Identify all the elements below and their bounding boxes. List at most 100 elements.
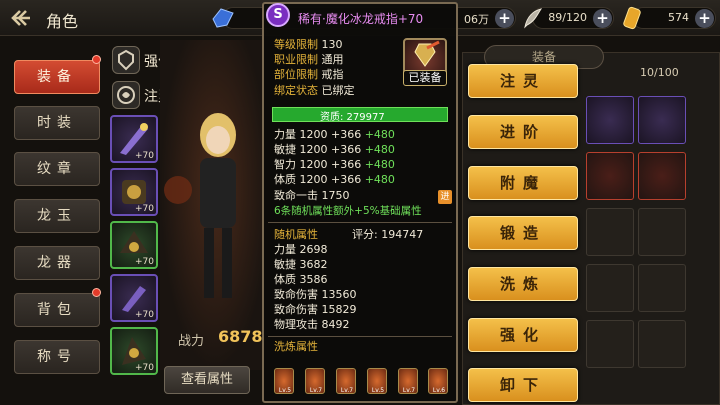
resource-crystal-value: 06万 <box>464 13 489 26</box>
attr-value: 2698 <box>299 243 328 256</box>
class-requirement: 职业限制 通用 <box>274 53 344 67</box>
gem-slot: Lv.7 <box>305 368 325 394</box>
resource-gold-value: 574 <box>668 11 689 24</box>
add-feather-button[interactable]: + <box>593 9 612 28</box>
advance-button[interactable]: 进阶 <box>468 115 578 149</box>
inventory-cell[interactable] <box>586 208 634 256</box>
level-req-value: 130 <box>321 38 343 51</box>
notification-dot <box>92 55 101 64</box>
attr-name: 力量 <box>274 128 296 141</box>
equip-slot[interactable]: +70 <box>110 274 158 322</box>
tab-title[interactable]: 称号 <box>14 340 100 374</box>
enchant-button[interactable]: 附魔 <box>468 166 578 200</box>
equip-slot[interactable]: +70 <box>110 221 158 269</box>
equip-slot[interactable]: +70 <box>110 168 158 216</box>
unequip-button[interactable]: 卸下 <box>468 368 578 402</box>
inventory-cell[interactable] <box>638 264 686 312</box>
equipped-badge: 已装备 <box>403 70 447 86</box>
character-portrait <box>160 40 270 370</box>
inventory-cell[interactable] <box>638 96 686 144</box>
bind-value: 已绑定 <box>321 84 355 97</box>
random-attr-row: 体质 3586 <box>274 273 328 287</box>
forge-button[interactable]: 锻造 <box>468 216 578 250</box>
attr-name: 敏捷 <box>274 143 296 156</box>
inventory-cell[interactable] <box>586 320 634 368</box>
base-attr-row: 体质 1200 +366 +480 <box>274 173 395 187</box>
random-attr-row: 致命伤害 13560 <box>274 288 357 302</box>
attr-bonus: +480 <box>364 158 395 171</box>
power-value: 6878 <box>218 327 263 346</box>
attr-value: 3682 <box>299 258 328 271</box>
refine-button[interactable]: 洗炼 <box>468 267 578 301</box>
attr-value: 13560 <box>321 288 357 301</box>
bind-status: 绑定状态 已绑定 <box>274 84 355 98</box>
inventory-count: 10/100 <box>640 66 679 79</box>
resource-gold: 574 + <box>623 6 716 30</box>
base-attr-row: 力量 1200 +366 +480 <box>274 128 395 142</box>
gem-level: Lv.6 <box>432 387 446 394</box>
level-requirement: 等级限制 130 <box>274 38 343 52</box>
slot-level: +70 <box>135 310 154 320</box>
strengthen-button[interactable]: 强化 <box>468 318 578 352</box>
attr-bonus: +480 <box>364 143 395 156</box>
attr-bonus: +480 <box>364 173 395 186</box>
attr-value: 3586 <box>299 273 328 286</box>
resource-feather: 89/120 + <box>524 7 614 29</box>
equip-slot[interactable]: +70 <box>110 115 158 163</box>
quality-value: 资质: 279977 <box>320 112 385 123</box>
inventory-cell[interactable] <box>638 208 686 256</box>
slot-level: +70 <box>135 151 154 161</box>
gem-slot: Lv.5 <box>367 368 387 394</box>
resource-feather-value: 89/120 <box>548 11 587 24</box>
inventory-cell[interactable] <box>638 152 686 200</box>
attr-name: 敏捷 <box>274 258 296 271</box>
tab-emblem[interactable]: 纹章 <box>14 152 100 186</box>
base-attr-row: 敏捷 1200 +366 +480 <box>274 143 395 157</box>
back-arrow-icon[interactable] <box>8 8 34 28</box>
attr-name: 物理攻击 <box>274 318 318 331</box>
attr-base: 1200 +366 <box>299 143 362 156</box>
inventory-cell[interactable] <box>586 96 634 144</box>
gem-slot: Lv.6 <box>428 368 448 394</box>
tab-bag[interactable]: 背包 <box>14 293 100 327</box>
equip-slot[interactable]: +70 <box>110 327 158 375</box>
inventory-cell[interactable] <box>586 152 634 200</box>
gem-level: Lv.7 <box>402 387 416 394</box>
add-crystal-button[interactable]: + <box>495 9 514 28</box>
attr-value: 8492 <box>321 318 350 331</box>
divider <box>268 336 452 337</box>
rarity-badge: S <box>266 3 290 27</box>
random-attr-row: 物理攻击 8492 <box>274 318 350 332</box>
attr-name: 体质 <box>274 173 296 186</box>
attr-name: 智力 <box>274 158 296 171</box>
inventory-cell[interactable] <box>586 264 634 312</box>
attr-base: 1200 +366 <box>299 173 362 186</box>
tab-equipment[interactable]: 装备 <box>14 60 100 94</box>
tab-dragon-jade[interactable]: 龙玉 <box>14 199 100 233</box>
attr-base: 1200 +366 <box>299 158 362 171</box>
gold-bar-icon <box>623 6 641 30</box>
gem-slot: Lv.7 <box>398 368 418 394</box>
part-requirement: 部位限制 戒指 <box>274 68 344 82</box>
attr-name: 体质 <box>274 273 296 286</box>
advance-badge: 进 <box>438 190 452 204</box>
inventory-cell[interactable] <box>638 320 686 368</box>
infuse-icon <box>112 81 140 109</box>
attr-base: 1200 +366 <box>299 128 362 141</box>
page-title: 角色 <box>46 12 79 31</box>
random-attr-title: 随机属性 <box>274 228 318 241</box>
refine-attr-title: 洗炼属性 <box>274 340 318 353</box>
gem-slot: Lv.5 <box>274 368 294 394</box>
attr-name: 致命伤害 <box>274 303 318 316</box>
notification-dot <box>92 288 101 297</box>
infuse-button[interactable]: 注灵 <box>468 64 578 98</box>
base-attr-row: 智力 1200 +366 +480 <box>274 158 395 172</box>
view-attributes-button[interactable]: 查看属性 <box>164 366 250 394</box>
power-label: 战力 <box>178 334 205 349</box>
slot-level: +70 <box>135 257 154 267</box>
tab-dragon-artifact[interactable]: 龙器 <box>14 246 100 280</box>
part-req-label: 部位限制 <box>274 68 318 81</box>
tab-fashion[interactable]: 时装 <box>14 106 100 140</box>
add-gold-button[interactable]: + <box>695 9 714 28</box>
bonus-line: 6条随机属性额外+5%基础属性 <box>274 205 422 217</box>
